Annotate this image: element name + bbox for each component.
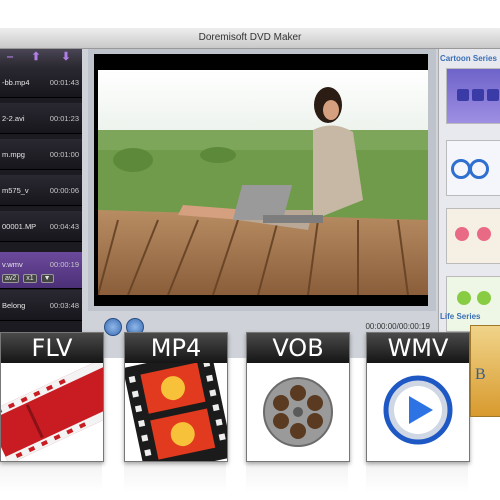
template-thumbnail[interactable] <box>446 68 500 124</box>
reflection <box>0 462 102 492</box>
file-name: 00001.MP <box>2 222 37 231</box>
format-label: MP4 <box>125 333 227 363</box>
reflection <box>366 462 468 492</box>
format-label: FLV <box>1 333 103 363</box>
file-row-selected[interactable]: v.wmv 00:00:19 av2 x1 ▼ <box>0 252 82 289</box>
format-label: WMV <box>367 333 469 363</box>
file-name: m.mpg <box>2 150 25 159</box>
window-title: Doremisoft DVD Maker <box>0 28 500 49</box>
pause-button[interactable] <box>104 318 122 336</box>
format-label: VOB <box>247 333 349 363</box>
reflection <box>124 462 226 492</box>
template-thumbnail[interactable] <box>446 208 500 264</box>
file-row[interactable]: 2-2.avi 00:01:23 <box>0 103 82 134</box>
file-row[interactable]: m.mpg 00:01:00 <box>0 139 82 170</box>
file-row[interactable]: Belong 00:03:48 <box>0 290 82 321</box>
video-frame-image <box>98 70 428 295</box>
audio-options[interactable]: av2 x1 ▼ <box>2 274 56 283</box>
woman-with-laptop-illustration <box>98 70 428 295</box>
audio-track-select[interactable]: av2 <box>2 274 20 283</box>
file-duration: 00:01:43 <box>49 78 79 87</box>
vob-format-icon: VOB <box>246 332 350 462</box>
mp4-format-icon: MP4 <box>124 332 228 462</box>
file-list-toolbar: ‒ ⬆ ⬇ <box>0 49 82 67</box>
file-duration: 00:04:43 <box>49 222 79 231</box>
chevron-down-icon[interactable]: ▼ <box>40 274 54 283</box>
template-thumbnail[interactable] <box>446 140 500 196</box>
box-letter: B <box>475 366 486 383</box>
cartoon-series-label: Cartoon Series <box>440 54 497 63</box>
remove-icon[interactable]: ‒ <box>4 51 16 63</box>
file-duration: 00:00:06 <box>49 186 79 195</box>
move-down-icon[interactable]: ⬇ <box>60 51 72 63</box>
file-duration: 00:00:19 <box>49 260 79 269</box>
flv-format-icon: FLV <box>0 332 104 462</box>
file-name: Belong <box>2 301 26 310</box>
flv-film-icon <box>1 363 103 461</box>
speed-select[interactable]: x1 <box>23 274 37 283</box>
template-thumbnail[interactable] <box>446 276 500 332</box>
wmv-format-icon: WMV <box>366 332 470 462</box>
file-row[interactable]: -bb.mp4 00:01:43 <box>0 67 82 98</box>
file-name: m575_v <box>2 186 29 195</box>
file-duration: 00:01:23 <box>49 114 79 123</box>
mp4-film-icon <box>125 363 227 461</box>
file-name: -bb.mp4 <box>2 78 30 87</box>
wmv-play-icon <box>367 363 469 461</box>
dvd-box-icon: B <box>470 325 500 417</box>
file-name: v.wmv <box>2 260 23 269</box>
file-row[interactable]: 00001.MP 00:04:43 <box>0 211 82 242</box>
move-up-icon[interactable]: ⬆ <box>30 51 42 63</box>
file-row[interactable]: m575_v 00:00:06 <box>0 175 82 206</box>
file-name: 2-2.avi <box>2 114 25 123</box>
time-readout: 00:00:00/00:00:19 <box>365 322 430 331</box>
file-duration: 00:01:00 <box>49 150 79 159</box>
reflection <box>246 462 348 492</box>
life-series-label: Life Series <box>440 312 481 321</box>
vob-reel-icon <box>247 363 349 461</box>
file-duration: 00:03:48 <box>49 301 79 310</box>
